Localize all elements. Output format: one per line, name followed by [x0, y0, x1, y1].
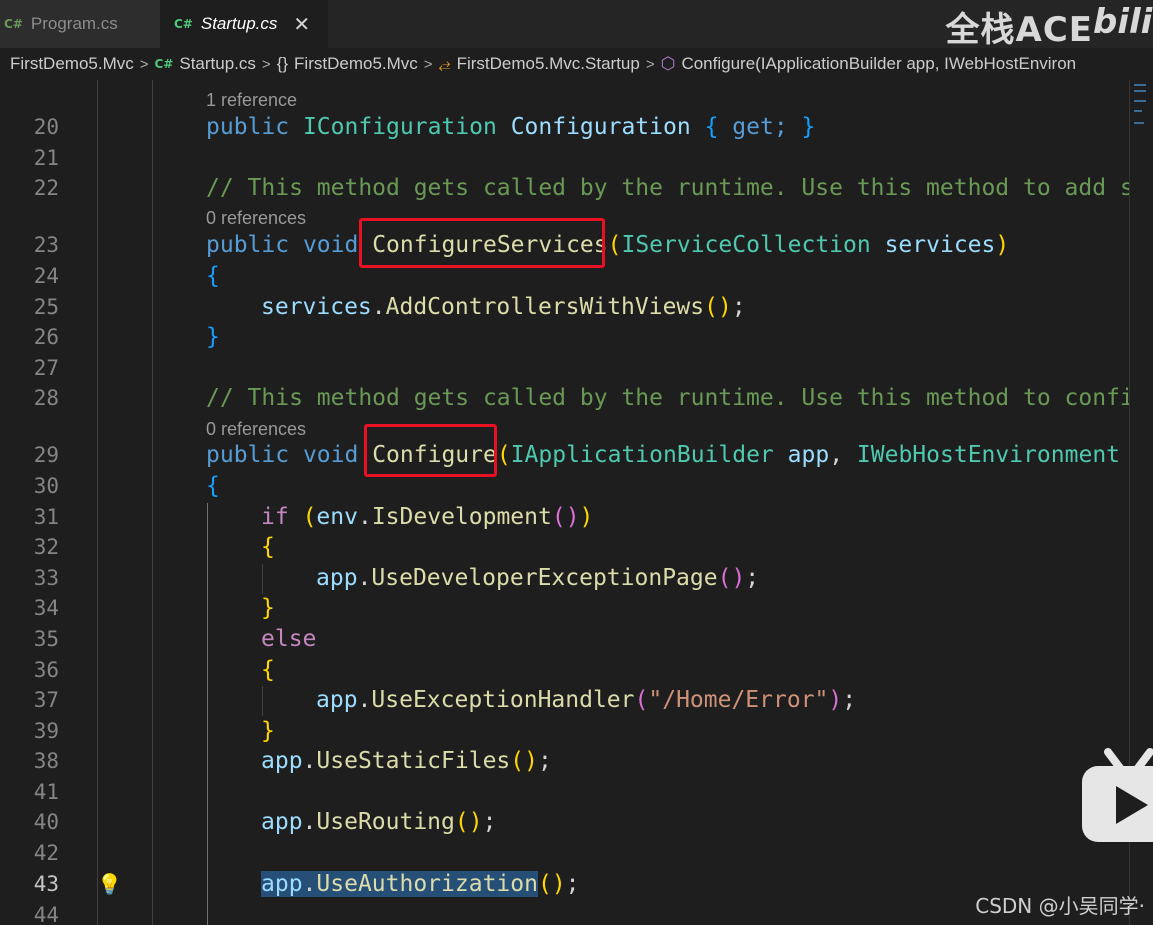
chevron-right-icon: > [645, 55, 655, 73]
line-number: 23 [33, 233, 59, 257]
minimap-mark [1134, 100, 1146, 102]
bilibili-tv-icon [1082, 748, 1153, 842]
line-number: 41 [33, 780, 59, 804]
codelens-references[interactable]: 0 references [206, 207, 306, 229]
line-number: 35 [33, 627, 59, 651]
line-number: 40 [33, 810, 59, 834]
line-number: 37 [33, 688, 59, 712]
chevron-right-icon: > [423, 55, 433, 73]
line-number-active: 43 [33, 872, 59, 896]
tab-startup-cs[interactable]: C# Startup.cs ✕ [160, 0, 328, 48]
code-line-25: services.AddControllersWithViews(); [261, 294, 746, 320]
line-number: 28 [33, 386, 59, 410]
minimap-mark [1134, 90, 1146, 92]
line-number: 30 [33, 474, 59, 498]
line-number: 31 [33, 505, 59, 529]
line-number: 42 [33, 841, 59, 865]
tab-program-cs[interactable]: C# Program.cs [0, 0, 160, 48]
code-else: else [261, 626, 317, 652]
indent-guide [207, 503, 208, 925]
codelens-references[interactable]: 0 references [206, 418, 306, 440]
tab-label: Program.cs [30, 14, 118, 33]
line-number: 36 [33, 658, 59, 682]
line-number: 32 [33, 535, 59, 559]
code-brace: } [261, 595, 275, 621]
minimap-mark [1134, 110, 1142, 112]
breadcrumb-method[interactable]: Configure(IApplicationBuilder app, IWebH… [681, 54, 1076, 74]
csharp-file-icon: C# [174, 17, 193, 31]
line-number: 26 [33, 325, 59, 349]
csharp-file-icon: C# [4, 17, 23, 31]
line-number: 24 [33, 264, 59, 288]
indent-guide [262, 686, 263, 716]
indent-guide [262, 564, 263, 594]
breadcrumb-project[interactable]: FirstDemo5.Mvc [10, 54, 134, 74]
code-editor[interactable]: 20 21 22 23 24 25 26 27 28 29 30 31 32 3… [0, 80, 1130, 925]
class-icon: ⥄ [438, 55, 451, 73]
minimap-mark [1134, 84, 1146, 86]
chevron-right-icon: > [139, 55, 149, 73]
line-number: 33 [33, 566, 59, 590]
code-brace: { [261, 534, 275, 560]
tab-bar: C# Program.cs C# Startup.cs ✕ 全栈ACE bili [0, 0, 1153, 50]
line-number: 44 [33, 903, 59, 925]
code-brace: { [206, 263, 220, 289]
line-number: 27 [33, 356, 59, 380]
code-line-41: app.UseRouting(); [261, 809, 497, 835]
line-number: 34 [33, 596, 59, 620]
line-number: 22 [33, 176, 59, 200]
lightbulb-icon[interactable]: 💡 [97, 869, 122, 899]
breadcrumb-file[interactable]: Startup.cs [179, 54, 256, 74]
code-comment: // This method gets called by the runtim… [206, 385, 1130, 411]
code-line-39: app.UseStaticFiles(); [261, 748, 552, 774]
line-number: 29 [33, 443, 59, 467]
code-brace: } [261, 718, 275, 744]
highlight-box-configure [364, 424, 497, 477]
indent-guide [97, 80, 98, 925]
method-cube-icon: ⬡ [660, 54, 676, 73]
bilibili-logo: bili [1093, 2, 1153, 42]
line-number: 20 [33, 115, 59, 139]
csharp-file-icon: C# [154, 57, 174, 71]
tab-label: Startup.cs [200, 14, 278, 33]
code-line-20: public IConfiguration Configuration { ge… [206, 114, 816, 140]
code-comment: // This method gets called by the runtim… [206, 175, 1130, 201]
indent-guide [152, 80, 153, 925]
code-line-29: public void Configure(IApplicationBuilde… [206, 442, 1121, 468]
minimap-mark [1134, 122, 1144, 124]
line-number: 25 [33, 295, 59, 319]
highlight-box-configureservices [359, 218, 605, 268]
namespace-icon: {} [276, 54, 289, 73]
code-line-43: app.UseAuthorization(); [261, 871, 580, 897]
line-number: 38 [33, 749, 59, 773]
code-line-33: app.UseDeveloperExceptionPage(); [316, 565, 760, 591]
code-brace: { [206, 473, 220, 499]
code-brace: } [206, 324, 220, 350]
close-icon[interactable]: ✕ [293, 12, 310, 37]
breadcrumb-class[interactable]: FirstDemo5.Mvc.Startup [457, 54, 640, 74]
csdn-watermark: CSDN @小吴同学· [975, 894, 1145, 918]
breadcrumb: FirstDemo5.Mvc > C# Startup.cs > {} Firs… [0, 48, 1153, 80]
code-line-23: public void ConfigureServices(IServiceCo… [206, 232, 1010, 258]
brand-watermark: 全栈ACE [945, 10, 1093, 50]
codelens-references[interactable]: 1 reference [206, 89, 297, 111]
line-number: 21 [33, 146, 59, 170]
code-line-37: app.UseExceptionHandler("/Home/Error"); [316, 687, 857, 713]
breadcrumb-namespace[interactable]: FirstDemo5.Mvc [294, 54, 418, 74]
line-number: 39 [33, 719, 59, 743]
chevron-right-icon: > [261, 55, 271, 73]
code-brace: { [261, 657, 275, 683]
code-line-31: if (env.IsDevelopment()) [261, 504, 594, 530]
